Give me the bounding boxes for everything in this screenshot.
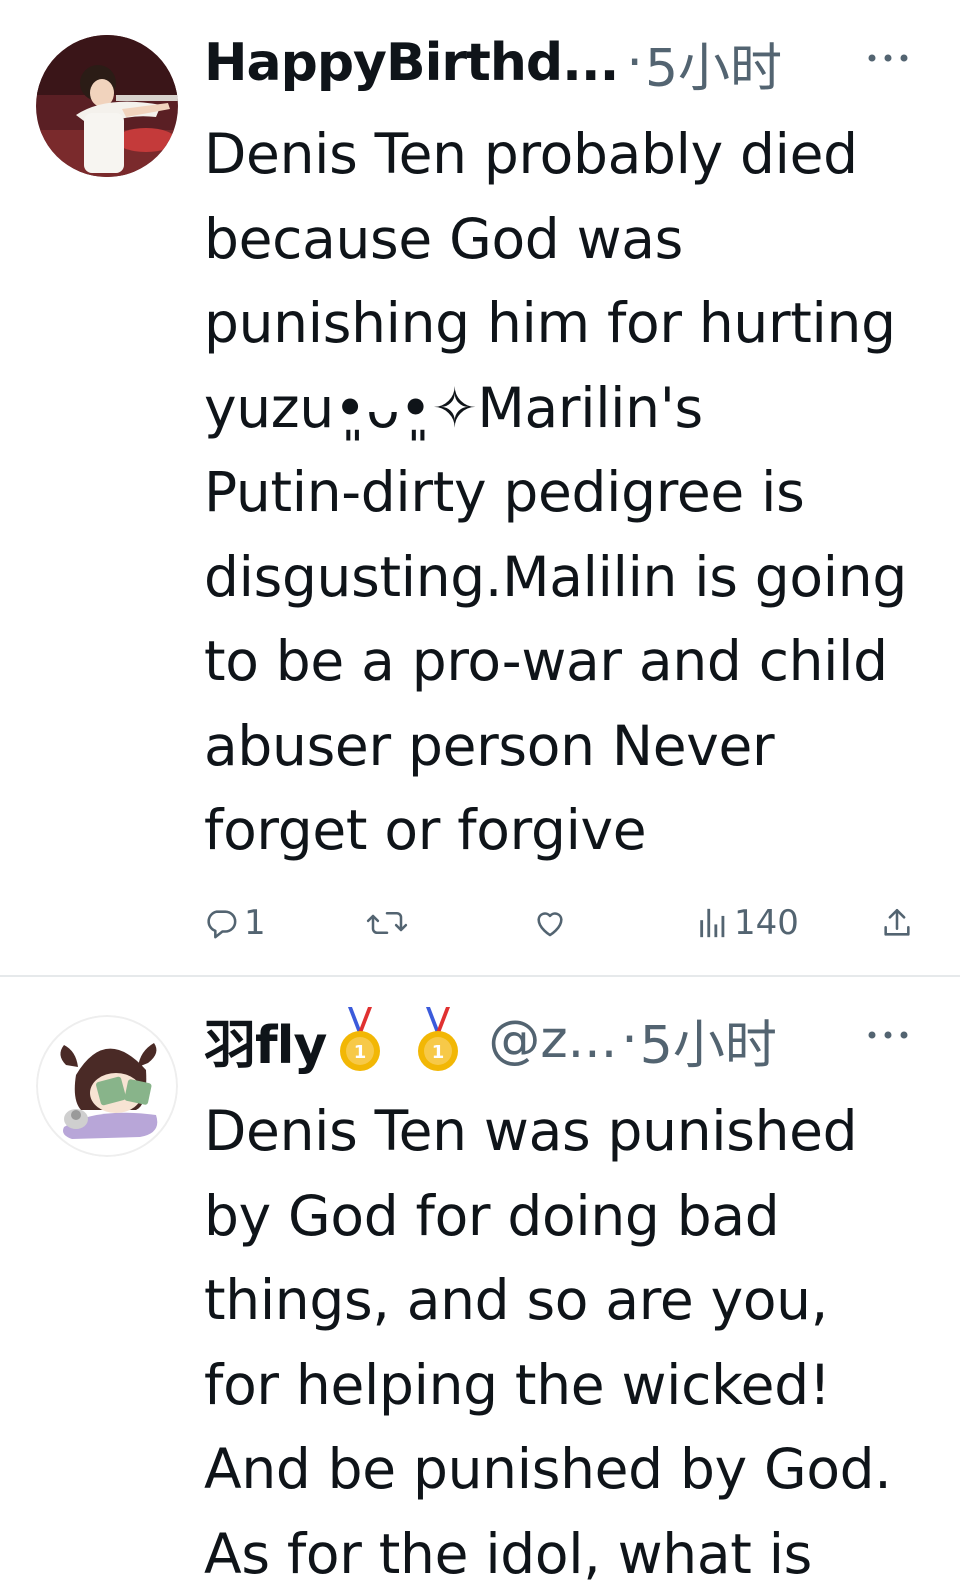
tweet-text: Denis Ten was punished by God for doing … — [204, 1089, 924, 1596]
tweet-header: 羽fly 1 1 @z... · 5小时 — [204, 1005, 920, 1075]
share-icon — [880, 906, 914, 940]
tweet-text-line: abuser person Never — [204, 704, 924, 789]
avatar-image — [36, 1015, 178, 1157]
display-name[interactable]: 羽fly — [204, 1003, 326, 1078]
views-button[interactable]: 140 — [698, 898, 799, 948]
tweet-actions: 1 140 — [204, 898, 920, 948]
svg-text:1: 1 — [354, 1042, 367, 1063]
tweet-text-line: And be punished by God. — [204, 1427, 924, 1512]
reply-button[interactable]: 1 — [204, 898, 266, 948]
separator-dot: · — [621, 1010, 638, 1070]
tweet-1[interactable]: HappyBirthd... · 5小时 Denis Ten probably … — [0, 0, 960, 975]
tweet-text-line: disgusting.Malilin is going — [204, 535, 924, 620]
reply-icon — [204, 906, 238, 940]
tweet-text-line: Putin-dirty pedigree is — [204, 450, 924, 535]
ellipsis-icon[interactable] — [866, 48, 910, 68]
tweet-text-line: Denis Ten was punished — [204, 1089, 924, 1174]
tweet-text-line: As for the idol, what is — [204, 1512, 924, 1596]
handle[interactable]: @z... — [488, 1010, 617, 1070]
share-button[interactable] — [880, 898, 914, 948]
tweet-text-line: punishing him for hurting — [204, 281, 924, 366]
tweet-header: HappyBirthd... · 5小时 — [204, 28, 920, 98]
retweet-icon — [366, 906, 408, 940]
tweet-text-line: because God was — [204, 197, 924, 282]
views-count: 140 — [734, 903, 799, 943]
avatar[interactable] — [36, 1015, 178, 1157]
tweet-text-line: for helping the wicked! — [204, 1343, 924, 1428]
medal-icon: 1 — [336, 1005, 384, 1075]
tweet-text-line: Denis Ten probably died — [204, 112, 924, 197]
timestamp[interactable]: 5小时 — [645, 26, 782, 101]
timestamp[interactable]: 5小时 — [640, 1003, 777, 1078]
ellipsis-icon[interactable] — [866, 1025, 910, 1045]
reply-count: 1 — [244, 903, 266, 943]
views-icon — [698, 906, 728, 940]
tweet-text-line: by God for doing bad — [204, 1174, 924, 1259]
retweet-button[interactable] — [366, 898, 414, 948]
like-button[interactable] — [532, 898, 574, 948]
tweet-2[interactable]: 羽fly 1 1 @z... · 5小时 — [0, 977, 960, 1580]
tweet-text-line: to be a pro-war and child — [204, 619, 924, 704]
tweet-text-line: yuzu•͈ᴗ•͈✧Marilin's — [204, 366, 924, 451]
tweet-text: Denis Ten probably died because God was … — [204, 112, 924, 873]
svg-text:1: 1 — [432, 1042, 445, 1063]
heart-icon — [532, 906, 568, 940]
tweet-text-line: things, and so are you, — [204, 1258, 924, 1343]
display-name[interactable]: HappyBirthd... — [204, 33, 618, 93]
avatar[interactable] — [36, 35, 178, 177]
tweet-text-line: forget or forgive — [204, 788, 924, 873]
separator-dot: · — [626, 33, 643, 93]
medal-icon: 1 — [414, 1005, 462, 1075]
avatar-image — [36, 35, 178, 177]
